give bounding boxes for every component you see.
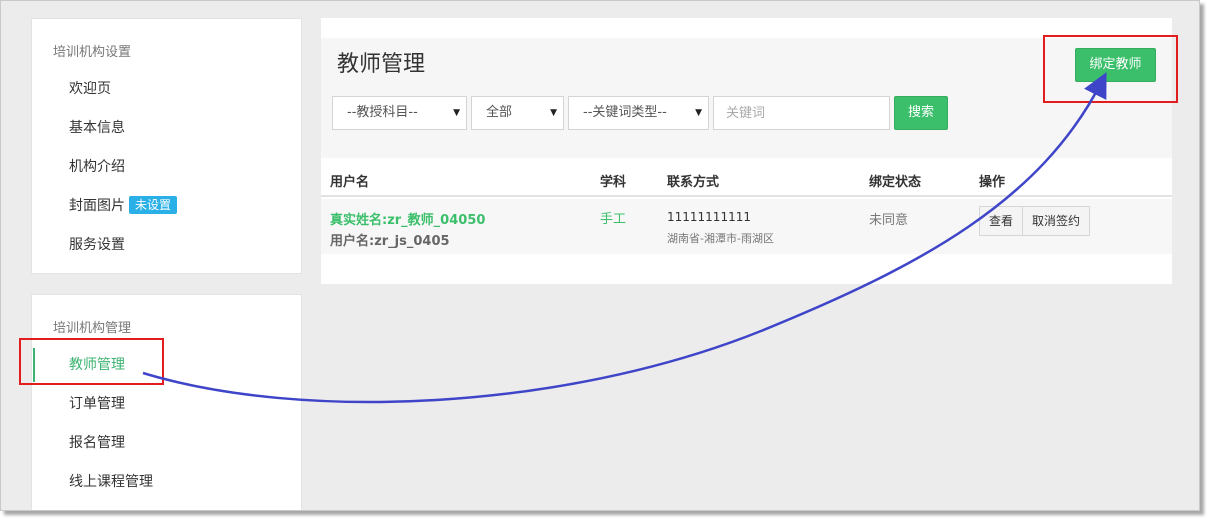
annotation-arrow-layer <box>142 72 1107 404</box>
annotation-arrow <box>142 72 1107 404</box>
app-window: 培训机构设置 欢迎页 基本信息 机构介绍 封面图片 未设置 服务设置 培训机构管理… <box>0 0 1200 511</box>
